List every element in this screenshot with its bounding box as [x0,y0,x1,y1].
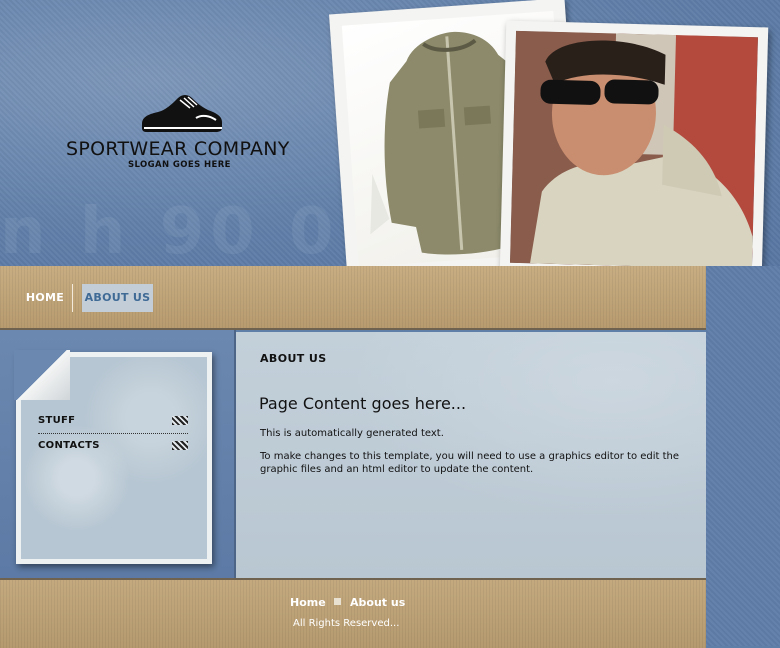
sidebar-divider [38,433,188,434]
nav-bar: HOME ABOUT US [0,266,706,330]
company-name: SPORTWEAR COMPANY [66,138,290,160]
header: n h 90 0 n n SPORTWEAR COMPANY SLOGAN GO… [0,0,780,280]
logo[interactable]: SPORTWEAR COMPANY SLOGAN GOES HERE [62,90,302,180]
checker-arrow-icon [172,416,188,425]
content-panel: ABOUT US Page Content goes here... This … [236,332,706,578]
copyright-text: All Rights Reserved... [293,618,400,629]
slogan: SLOGAN GOES HERE [128,160,231,170]
sneaker-logo-icon [142,95,222,132]
model-image [510,30,758,270]
checker-arrow-icon [172,441,188,450]
nav-about-link[interactable]: ABOUT US [82,284,153,312]
nav-divider [72,284,73,312]
model-photo [499,20,769,280]
nav-home-link[interactable]: HOME [22,286,68,310]
footer-about-link[interactable]: About us [350,596,405,609]
section-heading: ABOUT US [260,352,327,365]
footer-home-link[interactable]: Home [290,596,326,609]
sidebar-item-contacts[interactable]: CONTACTS [38,435,188,457]
footer: Home About us All Rights Reserved... [0,578,706,648]
page-title: Page Content goes here... [259,394,467,413]
sidebar-item-label: STUFF [38,415,76,426]
square-bullet-icon [334,598,341,605]
right-margin [706,266,780,646]
content-paragraph: This is automatically generated text. [260,428,444,439]
sidebar-item-stuff[interactable]: STUFF [38,410,188,432]
page-curl-corner [14,350,70,400]
sidebar-item-label: CONTACTS [38,440,100,451]
content-paragraph: To make changes to this template, you wi… [260,451,680,475]
